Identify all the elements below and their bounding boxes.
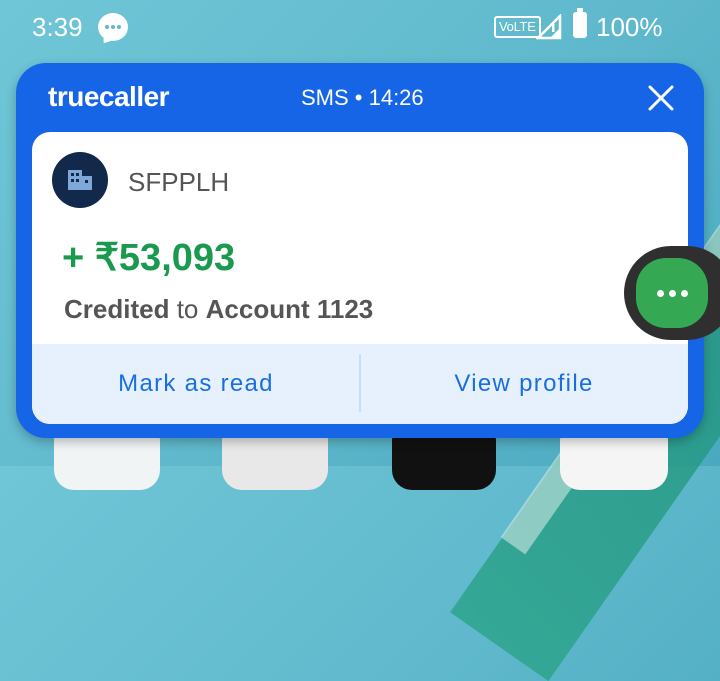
message-notification-icon [98, 13, 128, 41]
truecaller-sms-notification[interactable]: truecaller SMS • 14:26 SFPPLH + ₹53,093 … [16, 63, 704, 438]
mark-as-read-button[interactable]: Mark as read [32, 344, 360, 424]
account-label: Account 1123 [205, 294, 374, 324]
to-label: to [176, 294, 199, 324]
building-icon [68, 170, 92, 190]
view-profile-button[interactable]: View profile [360, 344, 688, 424]
message-body: SFPPLH + ₹53,093 Credited to Account 112… [32, 132, 688, 424]
sender-name: SFPPLH [128, 167, 230, 197]
battery-percent: 100% [596, 12, 663, 42]
battery-icon [573, 8, 587, 38]
status-bar: 3:39 VoLTE 100% [0, 0, 720, 56]
status-time: 3:39 [32, 12, 83, 42]
truecaller-logo: truecaller [48, 81, 170, 112]
business-avatar [52, 152, 108, 208]
credited-amount: + ₹53,093 [62, 237, 236, 279]
transaction-description: Credited to Account 1123 [64, 294, 373, 325]
notification-meta: SMS • 14:26 [301, 85, 424, 110]
signal-icon [536, 14, 562, 40]
action-bar: Mark as read View profile [32, 344, 688, 424]
volte-badge: VoLTE [494, 16, 541, 38]
credited-label: Credited [64, 294, 170, 324]
chat-head-bubble[interactable] [636, 258, 708, 328]
close-icon[interactable] [644, 81, 678, 115]
